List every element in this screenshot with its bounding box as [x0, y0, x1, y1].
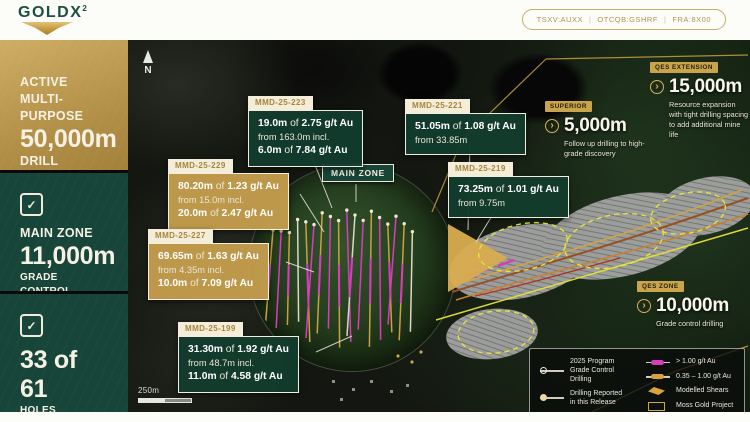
intercept-line: from 163.0m incl. [258, 131, 353, 144]
legend-item-shear: Modelled Shears [646, 386, 734, 396]
annotation-zone-tag: SUPERIOR [545, 101, 592, 112]
intercept-line: 19.0m of 2.75 g/t Au [258, 117, 353, 131]
chevron-circle-icon: › [650, 80, 664, 94]
logo-word: GOLDX [18, 4, 82, 21]
shear-icon [646, 386, 670, 396]
annotation-description: Grade control drilling [656, 319, 749, 329]
intercept-line: from 15.0m incl. [178, 194, 279, 207]
legend-item-magenta-interval: > 1.00 g/t Au [646, 357, 734, 367]
annotation-qes-extension: QES EXTENSION › 15,000mResource expansion … [650, 56, 750, 139]
footer-strip [0, 412, 750, 422]
intercept-line: 20.0m of 2.47 g/t Au [178, 207, 279, 221]
header-bar: GOLDX2 TSXV:AUXX | OTCQB:GSHRF | FRA:8X00 [0, 0, 750, 40]
callout-hole-id: MMD-25-199 [178, 322, 243, 336]
filled-circle-icon [540, 393, 564, 403]
sidebar: ACTIVE MULTI-PURPOSE 50,000m DRILL PROGR… [0, 40, 128, 412]
annotation-qes-zone: QES ZONE › 10,000m Grade control drilling [637, 275, 749, 329]
annotation-superior: SUPERIOR › 5,000mFollow up drilling to hig… [545, 95, 649, 159]
panel-drill-line1: ACTIVE [20, 74, 108, 91]
callout-hole-id: MMD-25-223 [248, 96, 313, 110]
annotation-description: Resource expansion with tight drilling s… [669, 100, 750, 139]
callout-MMD-25-227: MMD-25-22769.65m of 1.63 g/t Aufrom 4.35… [148, 225, 269, 300]
chevron-circle-icon: › [637, 299, 651, 313]
scale-line [138, 398, 192, 403]
annotation-meters: 10,000m [656, 295, 729, 317]
callout-intercepts: 51.05m of 1.08 g/t Aufrom 33.85m [405, 113, 526, 155]
panel-drill-meters: 50,000m [20, 125, 108, 154]
panel-holes-count: 33 of 61 [20, 346, 108, 404]
intercept-line: from 48.7m incl. [188, 357, 289, 370]
intercept-line: 73.25m of 1.01 g/t Au [458, 183, 559, 197]
callout-intercepts: 69.65m of 1.63 g/t Aufrom 4.35m incl.10.… [148, 243, 269, 300]
annotation-meters: 15,000m [669, 76, 742, 98]
stock-tickers: TSXV:AUXX | OTCQB:GSHRF | FRA:8X00 [522, 9, 726, 30]
logo-text: GOLDX2 [18, 5, 88, 21]
magenta-interval-icon [646, 357, 670, 367]
callout-hole-id: MMD-25-219 [448, 162, 513, 176]
ticker-separator: | [589, 15, 591, 24]
panel-drill-line3: DRILL PROGRAM [20, 153, 108, 170]
north-arrow-icon [143, 50, 153, 63]
checkbox-icon: ✓ [20, 314, 43, 337]
north-label: N [140, 65, 156, 76]
callout-MMD-25-219: MMD-25-21973.25m of 1.01 g/t Aufrom 9.75… [448, 158, 569, 218]
panel-drill-program: ACTIVE MULTI-PURPOSE 50,000m DRILL PROGR… [0, 40, 128, 170]
ticker-tsxv: TSXV:AUXX [537, 15, 583, 24]
panel-main-zone-sub1: GRADE CONTROL [20, 271, 108, 291]
logo-gold-emblem-icon [21, 22, 73, 35]
chevron-circle-icon: › [545, 119, 559, 133]
annotation-zone-tag: QES EXTENSION [650, 62, 718, 73]
intercept-line: 10.0m of 7.09 g/t Au [158, 277, 259, 291]
annotation-description: Follow up drilling to high-grade discove… [564, 139, 649, 159]
intercept-line: from 4.35m incl. [158, 264, 259, 277]
panel-main-zone: ✓ MAIN ZONE 11,000m GRADE CONTROL DRILLI… [0, 173, 128, 291]
north-arrow: N [140, 50, 156, 76]
legend-item-open-circle: 2025 ProgramGrade Control Drilling [540, 357, 634, 384]
legend-item-project-outline: Moss Gold Project [646, 401, 734, 411]
intercept-line: 80.20m of 1.23 g/t Au [178, 180, 279, 194]
callout-hole-id: MMD-25-229 [168, 159, 233, 173]
intercept-line: 69.65m of 1.63 g/t Au [158, 250, 259, 264]
ticker-fra: FRA:8X00 [672, 15, 711, 24]
intercept-line: 31.30m of 1.92 g/t Au [188, 343, 289, 357]
panel-holes-sub1: HOLES REPORTED [20, 404, 108, 413]
intercept-line: from 9.75m [458, 197, 559, 210]
annotation-zone-tag: QES ZONE [637, 281, 684, 292]
slide: GOLDX2 TSXV:AUXX | OTCQB:GSHRF | FRA:8X00 AC… [0, 0, 750, 422]
ticker-separator: | [664, 15, 666, 24]
legend-label: Drilling Reportedin this Release [570, 389, 622, 407]
open-circle-icon [540, 366, 564, 376]
panel-holes-reported: ✓ 33 of 61 HOLES REPORTED TO DATE 28 ass… [0, 294, 128, 412]
callout-intercepts: 31.30m of 1.92 g/t Aufrom 48.7m incl.11.… [178, 336, 299, 393]
legend-item-gold-interval: 0.35 – 1.00 g/t Au [646, 372, 734, 382]
callout-intercepts: 73.25m of 1.01 g/t Aufrom 9.75m [448, 176, 569, 218]
map-legend: 2025 ProgramGrade Control Drilling Drilli… [529, 348, 745, 422]
legend-label: 0.35 – 1.00 g/t Au [676, 372, 731, 381]
panel-drill-line2: MULTI-PURPOSE [20, 91, 108, 125]
legend-label: > 1.00 g/t Au [676, 357, 716, 366]
callout-intercepts: 80.20m of 1.23 g/t Aufrom 15.0m incl.20.… [168, 173, 289, 230]
project-outline-icon [646, 401, 670, 411]
legend-label: Modelled Shears [676, 386, 729, 395]
intercept-line: from 33.85m [415, 134, 516, 147]
callout-MMD-25-199: MMD-25-19931.30m of 1.92 g/t Aufrom 48.7… [178, 318, 299, 393]
company-logo: GOLDX2 [18, 5, 88, 35]
callout-hole-id: MMD-25-227 [148, 229, 213, 243]
legend-label: 2025 ProgramGrade Control Drilling [570, 357, 634, 384]
intercept-line: 11.0m of 4.58 g/t Au [188, 370, 289, 384]
panel-main-zone-title: MAIN ZONE [20, 225, 108, 242]
callout-MMD-25-229: MMD-25-22980.20m of 1.23 g/t Aufrom 15.0… [168, 155, 289, 230]
legend-label: Moss Gold Project [676, 401, 733, 410]
callout-hole-id: MMD-25-221 [405, 99, 470, 113]
panel-main-zone-meters: 11,000m [20, 242, 108, 271]
intercept-line: 51.05m of 1.08 g/t Au [415, 120, 516, 134]
checkbox-icon: ✓ [20, 193, 43, 216]
ticker-otcqb: OTCQB:GSHRF [597, 15, 658, 24]
callout-MMD-25-221: MMD-25-22151.05m of 1.08 g/t Aufrom 33.8… [405, 95, 526, 155]
legend-item-filled-circle: Drilling Reportedin this Release [540, 389, 634, 407]
annotation-meters: 5,000m [564, 115, 627, 137]
logo-sup: 2 [82, 4, 88, 13]
gold-interval-icon [646, 372, 670, 382]
